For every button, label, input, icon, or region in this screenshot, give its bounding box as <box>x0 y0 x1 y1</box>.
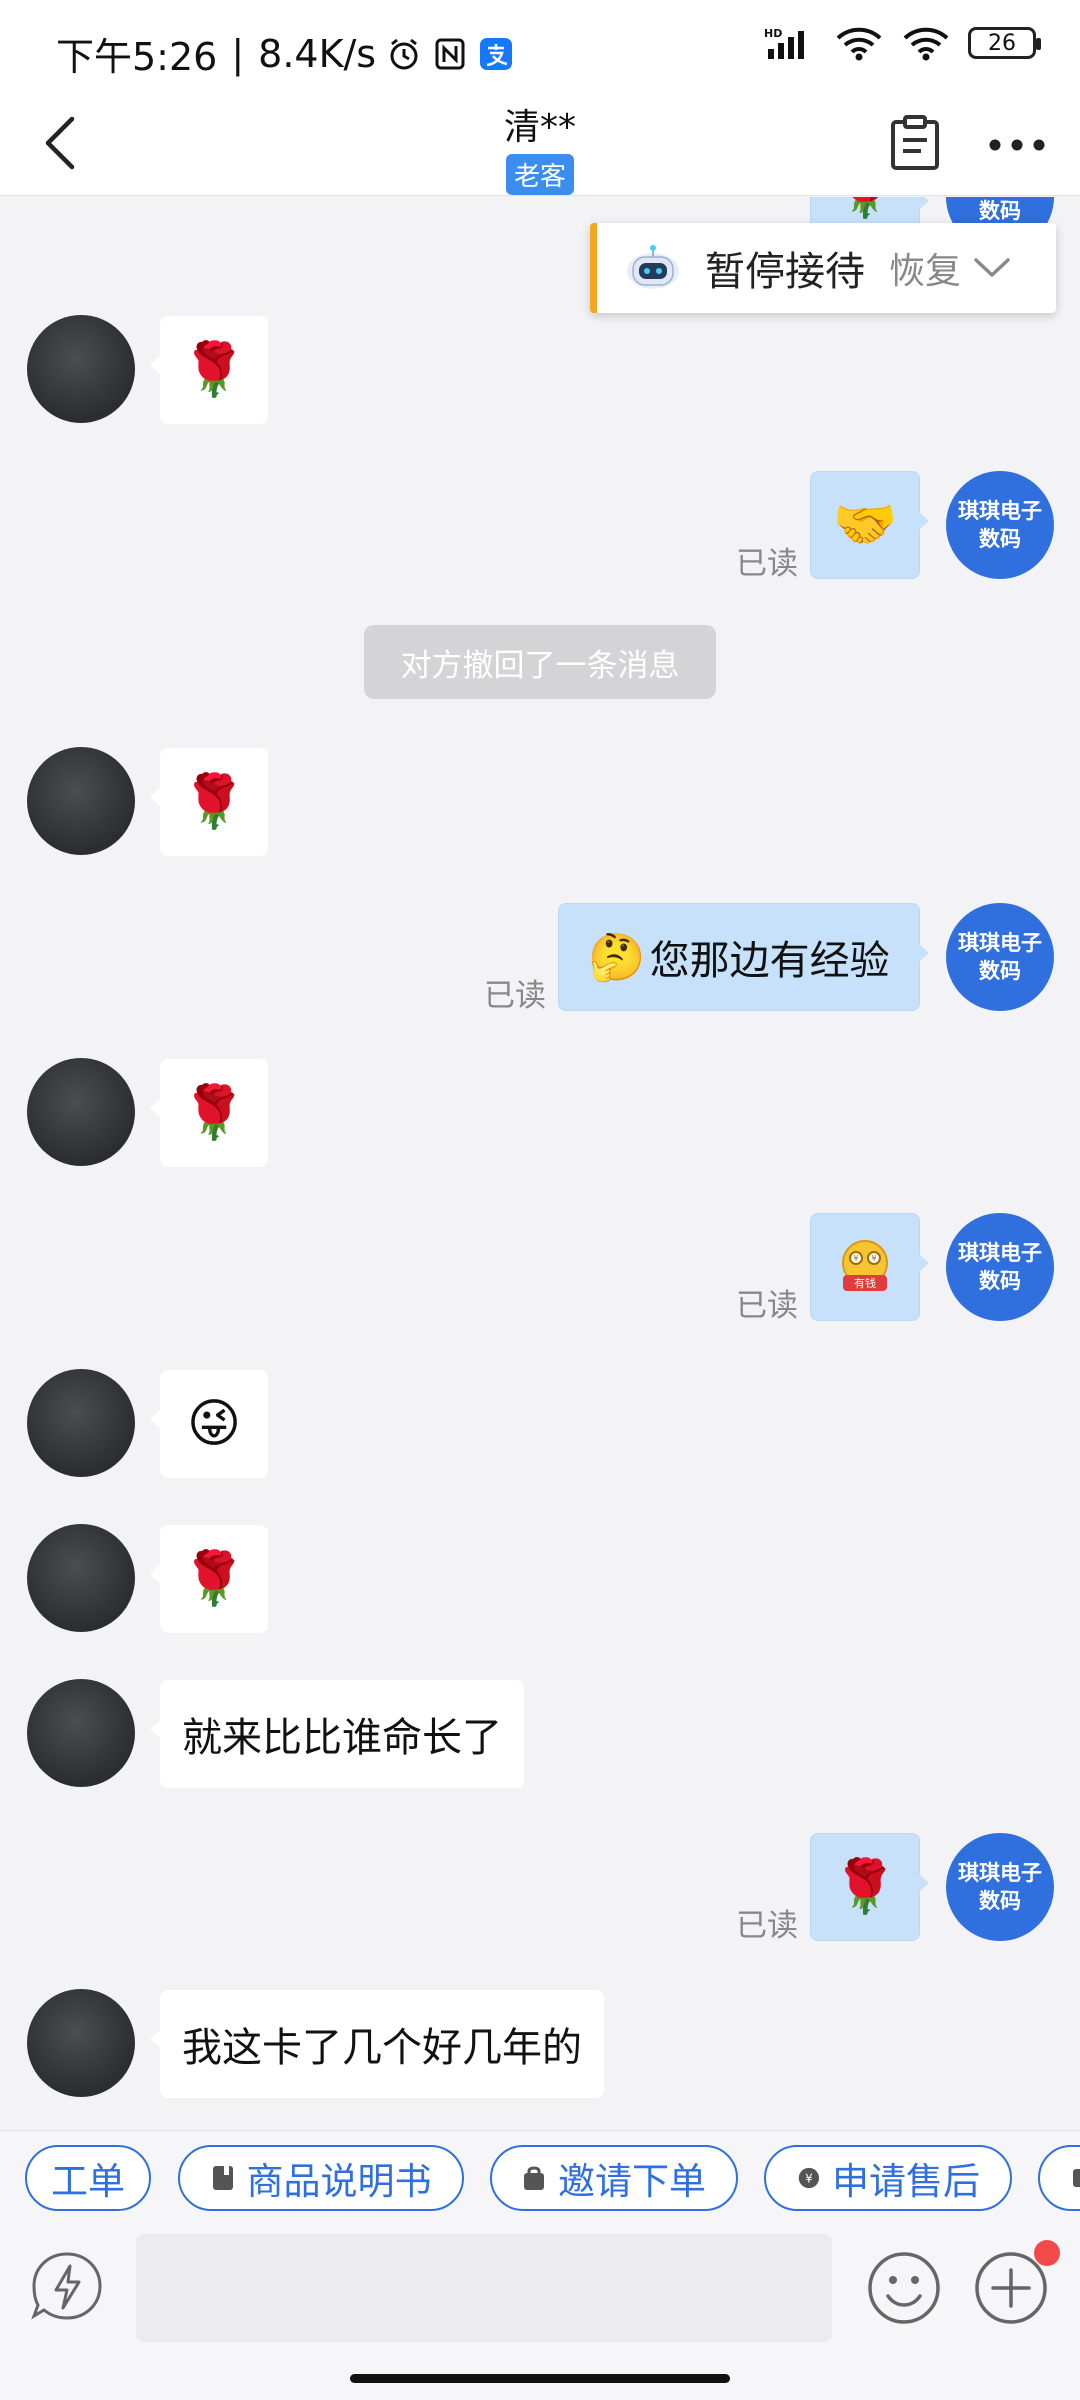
customer-avatar[interactable] <box>27 1679 135 1787</box>
chip-product-manual[interactable]: 商品说明书 <box>178 2145 464 2211</box>
message-bubble-incoming[interactable]: 🌹 <box>150 1525 268 1633</box>
message-bubble-incoming[interactable]: 🌹 <box>150 1059 268 1167</box>
rose-emoji: 🌹 <box>833 197 898 217</box>
message-text: 您那边有经验 <box>649 938 890 984</box>
ticket-icon <box>1073 2169 1080 2187</box>
status-separator: | <box>231 31 245 76</box>
status-bar: 下午5:26 | 8.4K/s HD 26 <box>0 0 1080 96</box>
customer-tag: 老客 <box>505 154 574 195</box>
customer-avatar[interactable] <box>27 1989 135 2097</box>
home-indicator[interactable] <box>350 2374 730 2383</box>
quick-action-bar[interactable]: 工单 商品说明书 邀请下单 ¥ 申请售后 <box>0 2130 1080 2228</box>
message-input[interactable] <box>136 2234 832 2342</box>
svg-text:有钱: 有钱 <box>854 1276 876 1290</box>
rose-emoji: 🌹 <box>181 1549 247 1609</box>
svg-text:HD: HD <box>764 27 782 40</box>
rose-emoji: 🌹 <box>181 1083 247 1143</box>
shop-avatar[interactable]: 琪琪电子 数码 <box>946 471 1054 579</box>
status-network-speed: 8.4K/s <box>258 31 377 76</box>
message-bubble-outgoing[interactable]: 🤝 <box>810 471 929 579</box>
pause-reception-banner[interactable]: 暂停接待 恢复 <box>590 223 1056 313</box>
shop-avatar[interactable]: 琪琪电子 数码 <box>946 903 1054 1011</box>
read-receipt: 已读 <box>484 978 546 1014</box>
chat-header: 清** 老客 <box>0 96 1080 196</box>
message-text: 我这卡了几个好几年的 <box>182 2025 582 2071</box>
read-receipt: 已读 <box>736 1908 798 1944</box>
rose-emoji: 🌹 <box>832 1857 898 1917</box>
notification-dot <box>1034 2240 1060 2266</box>
shop-avatar[interactable]: 琪琪电子 数码 <box>946 1833 1054 1941</box>
emoji-smile-icon[interactable] <box>866 2250 942 2326</box>
recalled-message-notice: 对方撤回了一条消息 <box>364 625 716 699</box>
battery-level: 26 <box>988 30 1016 56</box>
message-bubble-outgoing[interactable]: ¥ ¥ 有钱 <box>810 1213 929 1321</box>
signal-icon: HD <box>764 27 804 59</box>
svg-text:¥: ¥ <box>805 2172 813 2186</box>
clipboard-icon <box>891 115 939 170</box>
wink-emoji: 😜 <box>186 1394 242 1454</box>
chip-work-order[interactable]: 工单 <box>25 2145 151 2211</box>
robot-icon <box>627 245 679 289</box>
message-bubble-outgoing[interactable]: 🤔 您那边有经验 <box>558 903 929 1011</box>
shop-avatar[interactable]: 琪琪电子 数码 <box>946 1213 1054 1321</box>
chip-invite-order[interactable]: 邀请下单 <box>490 2145 738 2211</box>
svg-text:¥: ¥ <box>853 1254 858 1263</box>
more-dots-icon <box>989 139 1045 151</box>
svg-text:¥: ¥ <box>871 1254 876 1263</box>
customer-avatar[interactable] <box>27 1369 135 1477</box>
more-options-button[interactable] <box>982 110 1052 180</box>
message-bubble-incoming[interactable]: 我这卡了几个好几年的 <box>150 1990 604 2098</box>
rose-emoji: 🌹 <box>181 340 247 400</box>
nfc-icon <box>435 38 465 69</box>
shopping-bag-icon <box>524 2166 544 2190</box>
rich-sticker-icon: ¥ ¥ 有钱 <box>842 1240 888 1291</box>
wifi-icon <box>903 27 949 61</box>
read-receipt: 已读 <box>736 546 798 582</box>
chat-message-list[interactable]: 🌹 琪琪电子 数码 🌹 已读 🤝 琪琪电子 数码 对方撤回了一条消息 🌹 已读 … <box>0 197 1080 2127</box>
message-bubble-incoming[interactable]: 就来比比谁命长了 <box>150 1680 524 1788</box>
customer-avatar[interactable] <box>27 315 135 423</box>
message-bubble-incoming[interactable]: 🌹 <box>150 316 268 424</box>
message-bubble-outgoing[interactable]: 🌹 <box>810 1833 929 1941</box>
pause-status-label: 暂停接待 <box>705 249 865 295</box>
thinking-emoji: 🤔 <box>588 930 646 984</box>
alipay-icon <box>480 37 513 70</box>
refund-icon: ¥ <box>798 2167 820 2189</box>
message-input-bar <box>0 2228 1080 2400</box>
chevron-down-icon[interactable] <box>973 256 1011 280</box>
message-text: 就来比比谁命长了 <box>182 1715 502 1761</box>
quick-reply-bolt-icon[interactable] <box>30 2250 104 2324</box>
chip-after-sales[interactable]: ¥ 申请售后 <box>764 2145 1012 2211</box>
wifi-plus-icon <box>836 27 882 61</box>
battery-indicator: 26 <box>968 27 1041 59</box>
manual-icon <box>212 2166 233 2190</box>
resume-button[interactable]: 恢复 <box>889 242 961 294</box>
alarm-icon <box>390 38 418 69</box>
chip-more[interactable] <box>1038 2145 1080 2211</box>
customer-avatar[interactable] <box>27 1524 135 1632</box>
customer-avatar[interactable] <box>27 1058 135 1166</box>
handshake-emoji: 🤝 <box>832 495 898 555</box>
customer-avatar[interactable] <box>27 747 135 855</box>
read-receipt: 已读 <box>736 1288 798 1324</box>
rose-emoji: 🌹 <box>181 772 247 832</box>
message-bubble-incoming[interactable]: 😜 <box>150 1370 268 1478</box>
order-notes-button[interactable] <box>880 108 950 178</box>
status-time: 下午5:26 <box>56 35 218 79</box>
message-bubble-incoming[interactable]: 🌹 <box>150 748 268 856</box>
